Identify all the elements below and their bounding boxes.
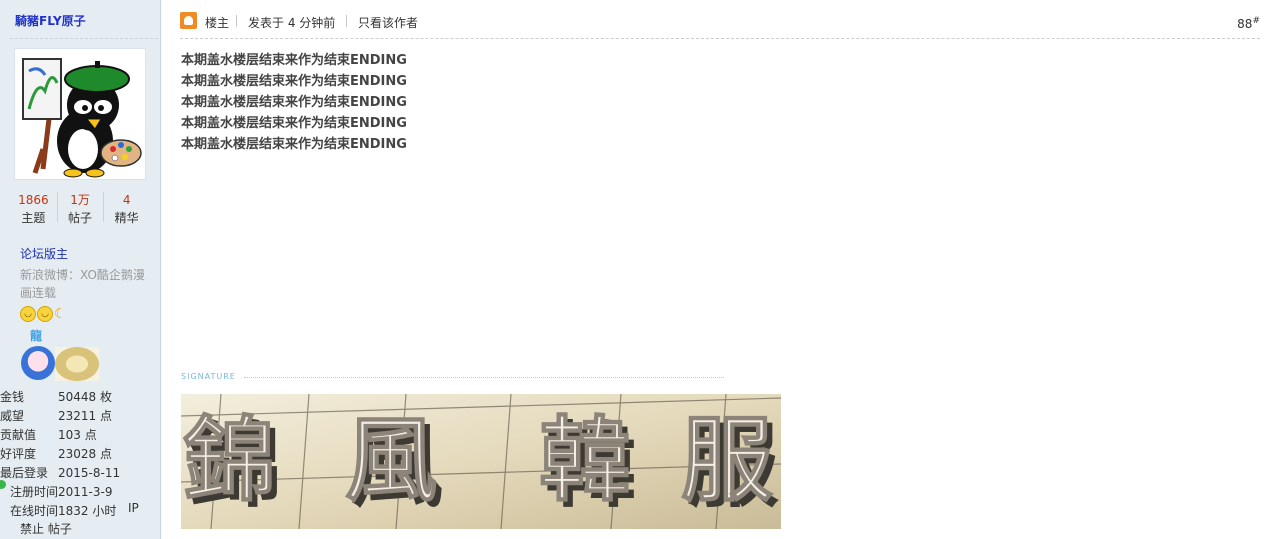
user-group-link[interactable]: 论坛版主 xyxy=(20,245,68,262)
signature-label: SIGNATURE xyxy=(181,372,236,381)
info-row-register: 注册时间 2011-3-9 xyxy=(0,483,160,502)
sig-char: 風 xyxy=(345,406,437,514)
info-key: 在线时间 xyxy=(9,504,58,518)
post-text-line: 本期盖水楼层结束来作为结束ENDING xyxy=(181,137,407,152)
custom-title: 新浪微博：XO酷企鹅漫画连载 xyxy=(20,268,145,300)
info-value: 1832 小时 xyxy=(58,504,117,518)
floor-mark: # xyxy=(1252,16,1260,26)
stat-value[interactable]: 1866 xyxy=(10,190,57,210)
info-key: 好评度 xyxy=(0,447,37,461)
info-row-rating: 好评度 23028 点 xyxy=(0,445,160,464)
medal-badge-icon[interactable] xyxy=(21,346,55,380)
medal-caption: 龍 xyxy=(30,329,43,343)
floor-number-value: 88 xyxy=(1237,17,1253,31)
signature-image[interactable]: 錦 錦 風 風 韓 韓 服 服 xyxy=(181,394,781,529)
post-text-line: 本期盖水楼层结束来作为结束ENDING xyxy=(181,74,407,89)
level-stars: ◡ ◡ ☾ xyxy=(20,306,70,322)
post-time: 发表于 4 分钟前 xyxy=(248,16,336,30)
stat-digest[interactable]: 4 精华 xyxy=(103,190,150,230)
info-key: 最后登录 xyxy=(0,466,49,480)
info-row-gold: 金钱 50448 枚 xyxy=(0,388,160,407)
signature-banner-graphic: 錦 錦 風 風 韓 韓 服 服 xyxy=(181,394,781,529)
sig-char: 服 xyxy=(681,406,773,514)
info-row-contribution: 贡献值 103 点 xyxy=(0,426,160,445)
info-value: 50448 枚 xyxy=(58,390,112,404)
stat-threads[interactable]: 1866 主题 xyxy=(10,190,57,230)
avatar[interactable] xyxy=(14,48,146,180)
author-stats: 1866 主题 1万 帖子 4 精华 xyxy=(10,190,150,230)
smile-icon: ◡ xyxy=(20,306,36,322)
ban-post-link[interactable]: 禁止 帖子 xyxy=(20,520,72,537)
divider xyxy=(346,15,347,27)
post-header: 楼主 发表于 4 分钟前 只看该作者 88# xyxy=(180,12,1260,39)
info-value: 23028 点 xyxy=(58,447,112,461)
divider xyxy=(10,38,158,39)
smile-icon: ◡ xyxy=(37,306,53,322)
avatar-image xyxy=(15,49,145,179)
stat-label: 精华 xyxy=(114,211,139,225)
floor-number[interactable]: 88# xyxy=(1237,16,1260,31)
stat-value[interactable]: 1万 xyxy=(57,190,104,210)
signature-divider xyxy=(244,377,724,378)
info-key: 贡献值 xyxy=(0,428,37,442)
info-row-last-login: 最后登录 2015-8-11 xyxy=(0,464,160,483)
info-key: 威望 xyxy=(0,409,25,423)
info-value: 2015-8-11 xyxy=(58,466,121,480)
only-author-link[interactable]: 只看该作者 xyxy=(358,14,418,31)
info-key: 注册时间 xyxy=(9,485,58,499)
medal-badge-icon[interactable] xyxy=(55,347,99,381)
info-row-prestige: 威望 23211 点 xyxy=(0,407,160,426)
owner-label: 楼主 xyxy=(205,16,230,30)
author-sidebar: 騎豬FLY原子 1866 主题 1万 帖子 4 精华 论坛版主 新浪微博：XO酷… xyxy=(0,0,161,539)
info-value: 23211 点 xyxy=(58,409,112,423)
info-value: 2011-3-9 xyxy=(58,485,113,499)
divider xyxy=(236,15,237,27)
sig-char: 韓 xyxy=(539,406,631,514)
post-text-line: 本期盖水楼层结束来作为结束ENDING xyxy=(181,53,407,68)
stat-label: 主题 xyxy=(21,211,46,225)
post-content: 本期盖水楼层结束来作为结束ENDING 本期盖水楼层结束来作为结束ENDING … xyxy=(181,50,407,155)
stat-value[interactable]: 4 xyxy=(103,190,150,210)
info-key: 金钱 xyxy=(0,390,25,404)
stat-posts[interactable]: 1万 帖子 xyxy=(56,190,104,230)
post-text-line: 本期盖水楼层结束来作为结束ENDING xyxy=(181,95,407,110)
post-text-line: 本期盖水楼层结束来作为结束ENDING xyxy=(181,116,407,131)
author-name-link[interactable]: 騎豬FLY原子 xyxy=(15,12,86,29)
thread-owner-icon xyxy=(180,12,197,29)
ip-link[interactable]: IP xyxy=(128,501,139,515)
moon-icon: ☾ xyxy=(54,306,67,322)
sig-char: 錦 xyxy=(183,406,275,514)
stat-label: 帖子 xyxy=(68,211,93,225)
author-info-list: 金钱 50448 枚 威望 23211 点 贡献值 103 点 好评度 2302… xyxy=(0,388,160,536)
info-value: 103 点 xyxy=(58,428,97,442)
